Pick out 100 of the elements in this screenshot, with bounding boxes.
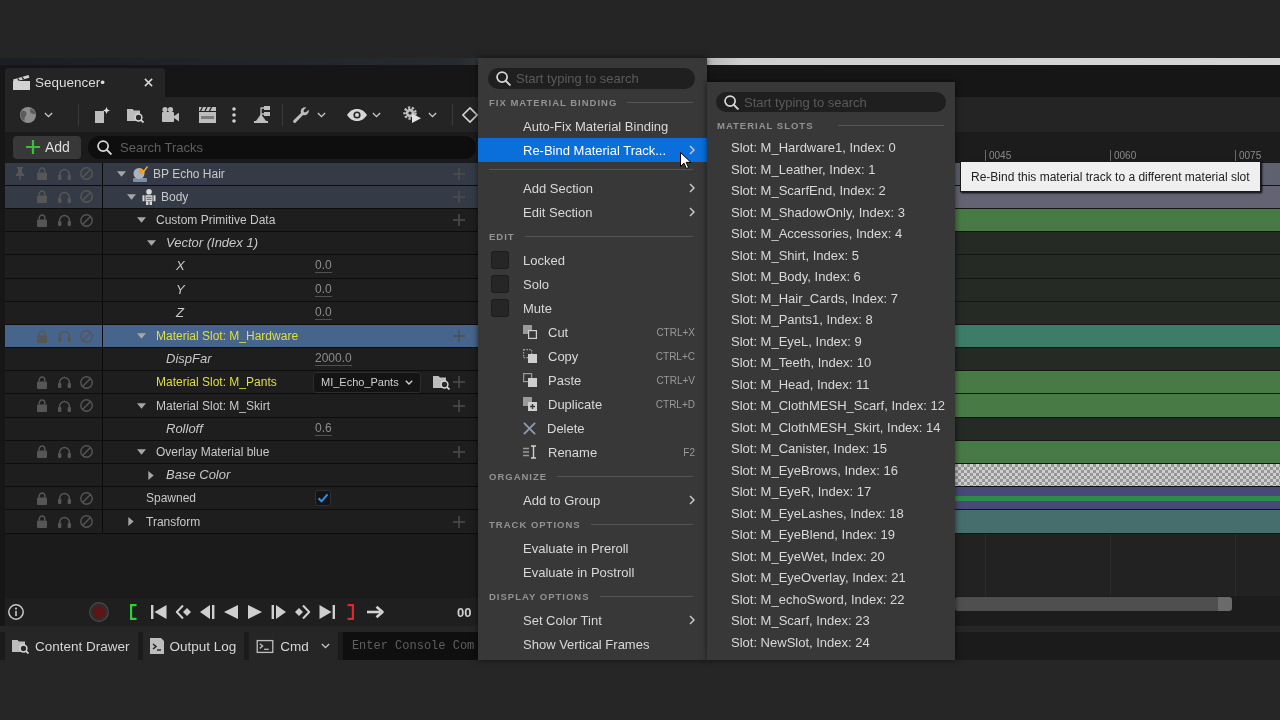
triangle-down-icon[interactable] bbox=[116, 170, 126, 177]
track-row[interactable]: Vector (Index 1) bbox=[5, 232, 478, 256]
next-key-icon[interactable] bbox=[295, 604, 311, 620]
triangle-right-icon[interactable] bbox=[148, 470, 154, 480]
headphones-icon[interactable] bbox=[57, 376, 71, 389]
folder-search-icon[interactable] bbox=[433, 374, 450, 391]
material-dropdown[interactable]: MI_Echo_Pants bbox=[313, 371, 421, 393]
prohibited-icon[interactable] bbox=[79, 399, 93, 413]
headphones-icon[interactable] bbox=[57, 399, 71, 412]
record-icon[interactable] bbox=[89, 602, 109, 622]
plus-icon[interactable] bbox=[453, 214, 465, 227]
menu-item[interactable]: Cut CTRL+X bbox=[478, 320, 707, 344]
lock-icon[interactable] bbox=[36, 213, 48, 227]
content-drawer-button[interactable]: Content Drawer bbox=[5, 632, 138, 660]
menu-item[interactable]: Rename F2 bbox=[478, 440, 707, 464]
folder-search-icon[interactable] bbox=[127, 106, 144, 123]
menu-item[interactable]: Duplicate CTRL+D bbox=[478, 392, 707, 416]
cmd-dropdown[interactable]: Cmd bbox=[249, 632, 338, 660]
previous-key-icon[interactable] bbox=[175, 604, 191, 620]
play-icon[interactable] bbox=[247, 604, 263, 620]
plus-icon[interactable] bbox=[453, 515, 465, 528]
lock-icon[interactable] bbox=[36, 445, 48, 459]
sequencer-tab[interactable]: Sequencer• bbox=[5, 68, 165, 97]
lock-icon[interactable] bbox=[36, 190, 48, 204]
step-forward-icon[interactable] bbox=[271, 604, 287, 620]
caret-down-icon[interactable] bbox=[428, 111, 437, 118]
triangle-right-icon[interactable] bbox=[128, 517, 134, 526]
caret-down-icon[interactable] bbox=[372, 111, 381, 118]
search-field[interactable]: Search Tracks bbox=[88, 135, 476, 159]
close-icon[interactable] bbox=[144, 78, 153, 87]
track-row[interactable]: X 0.0 bbox=[5, 255, 478, 279]
plus-icon[interactable] bbox=[453, 376, 465, 389]
prohibited-icon[interactable] bbox=[79, 329, 93, 343]
track-row[interactable]: BP Echo Hair bbox=[5, 162, 478, 186]
diamond-icon[interactable] bbox=[462, 106, 478, 123]
checkbox[interactable] bbox=[491, 299, 509, 317]
plus-icon[interactable] bbox=[453, 445, 465, 458]
arrow-right-icon[interactable] bbox=[367, 605, 385, 619]
gear-play-icon[interactable] bbox=[403, 106, 421, 123]
track-row[interactable]: Material Slot: M_Hardware bbox=[5, 324, 478, 349]
lock-icon[interactable] bbox=[36, 167, 48, 181]
hierarchy-icon[interactable] bbox=[254, 106, 270, 123]
menu-item[interactable]: Evaluate in Preroll bbox=[478, 536, 707, 560]
caret-down-icon[interactable] bbox=[44, 111, 53, 118]
value-field[interactable]: 0.6 bbox=[315, 421, 332, 436]
vertical-dots-icon[interactable] bbox=[232, 106, 236, 123]
headphones-icon[interactable] bbox=[57, 515, 71, 528]
track-row[interactable]: DispFar 2000.0 bbox=[5, 348, 478, 372]
menu-search-field[interactable]: Start typing to search bbox=[488, 68, 695, 89]
menu-item[interactable]: Slot: M_Accessories, Index: 4 bbox=[707, 223, 955, 245]
menu-item[interactable]: Slot: M_EyeWet, Index: 20 bbox=[707, 545, 955, 567]
menu-item[interactable]: Slot: M_Scarf, Index: 23 bbox=[707, 610, 955, 632]
menu-item[interactable]: Copy CTRL+C bbox=[478, 344, 707, 368]
menu-item[interactable]: Slot: M_Head, Index: 11 bbox=[707, 373, 955, 395]
step-back-icon[interactable] bbox=[199, 604, 215, 620]
scrollbar-thumb[interactable] bbox=[955, 597, 1232, 611]
track-row[interactable]: Body bbox=[5, 185, 478, 209]
menu-item[interactable]: Slot: M_ScarfEnd, Index: 2 bbox=[707, 180, 955, 202]
menu-item[interactable]: Slot: M_ShadowOnly, Index: 3 bbox=[707, 201, 955, 223]
lock-icon[interactable] bbox=[36, 491, 48, 505]
triangle-down-icon[interactable] bbox=[136, 448, 146, 455]
menu-item[interactable]: Slot: M_EyeOverlay, Index: 21 bbox=[707, 567, 955, 589]
menu-item[interactable]: Re-Bind Material Track... bbox=[478, 138, 707, 162]
menu-item[interactable]: Slot: M_EyeBrows, Index: 16 bbox=[707, 459, 955, 481]
globe-icon[interactable] bbox=[20, 106, 36, 123]
bracket-icon[interactable] bbox=[347, 604, 355, 620]
headphones-icon[interactable] bbox=[57, 214, 71, 227]
skip-to-start-icon[interactable] bbox=[151, 604, 167, 620]
value-field[interactable]: 0.0 bbox=[315, 259, 332, 274]
value-field[interactable]: 2000.0 bbox=[315, 352, 352, 367]
play-reverse-icon[interactable] bbox=[223, 604, 239, 620]
menu-item[interactable]: Evaluate in Postroll bbox=[478, 560, 707, 584]
track-row[interactable]: Material Slot: M_Skirt bbox=[5, 394, 478, 418]
menu-item[interactable]: Slot: M_EyeBlend, Index: 19 bbox=[707, 524, 955, 546]
menu-item[interactable]: Edit Section bbox=[478, 200, 707, 224]
bracket-icon[interactable] bbox=[129, 604, 137, 620]
menu-item[interactable]: Set Color Tint bbox=[478, 608, 707, 632]
menu-item[interactable]: Slot: M_Leather, Index: 1 bbox=[707, 158, 955, 180]
headphones-icon[interactable] bbox=[57, 445, 71, 458]
wrench-icon[interactable] bbox=[293, 106, 309, 123]
menu-item[interactable]: Auto-Fix Material Binding bbox=[478, 114, 707, 138]
prohibited-icon[interactable] bbox=[79, 491, 93, 505]
checkbox[interactable] bbox=[315, 490, 331, 507]
menu-item[interactable]: Add Section bbox=[478, 176, 707, 200]
video-camera-icon[interactable] bbox=[162, 107, 179, 122]
triangle-down-icon[interactable] bbox=[146, 240, 156, 247]
menu-item[interactable]: Slot: M_Pants1, Index: 8 bbox=[707, 309, 955, 331]
plus-icon[interactable] bbox=[453, 399, 465, 412]
folder-search-icon[interactable] bbox=[12, 638, 29, 654]
track-row[interactable]: Overlay Material blue bbox=[5, 440, 478, 465]
headphones-icon[interactable] bbox=[57, 492, 71, 505]
track-row[interactable]: Material Slot: M_Pants MI_Echo_Pants bbox=[5, 371, 478, 395]
menu-item[interactable]: Paste CTRL+V bbox=[478, 368, 707, 392]
menu-item[interactable]: Slot: M_EyeR, Index: 17 bbox=[707, 481, 955, 503]
menu-item[interactable]: Slot: M_EyeLashes, Index: 18 bbox=[707, 502, 955, 524]
triangle-down-icon[interactable] bbox=[136, 217, 146, 224]
prohibited-icon[interactable] bbox=[79, 515, 93, 528]
menu-item[interactable]: Slot: M_EyeL, Index: 9 bbox=[707, 330, 955, 352]
document-star-icon[interactable] bbox=[94, 106, 110, 123]
checkbox[interactable] bbox=[491, 275, 509, 293]
